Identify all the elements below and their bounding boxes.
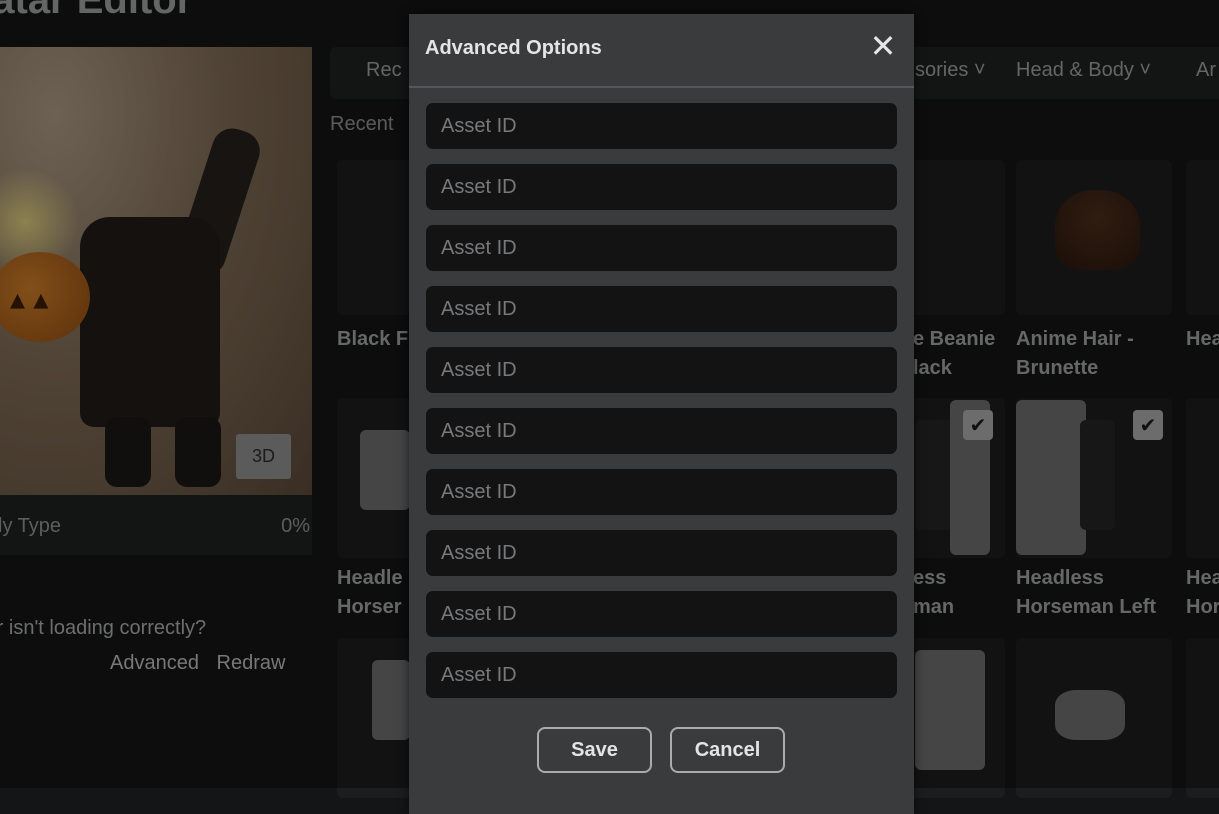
asset-id-field-6[interactable] [426, 408, 897, 454]
asset-id-field-8[interactable] [426, 530, 897, 576]
cancel-button[interactable]: Cancel [670, 727, 785, 773]
asset-id-field-4[interactable] [426, 286, 897, 332]
header-divider [409, 86, 914, 88]
asset-id-field-7[interactable] [426, 469, 897, 515]
close-icon[interactable]: ✕ [868, 30, 898, 64]
asset-id-field-1[interactable] [426, 103, 897, 149]
dialog-title: Advanced Options [425, 37, 602, 59]
asset-id-field-9[interactable] [426, 591, 897, 637]
asset-id-field-3[interactable] [426, 225, 897, 271]
asset-id-field-10[interactable] [426, 652, 897, 698]
advanced-options-dialog: Advanced Options ✕ Save Cancel [409, 14, 914, 814]
save-button[interactable]: Save [537, 727, 652, 773]
asset-id-field-2[interactable] [426, 164, 897, 210]
dialog-header: Advanced Options ✕ [409, 14, 914, 86]
asset-id-field-5[interactable] [426, 347, 897, 393]
